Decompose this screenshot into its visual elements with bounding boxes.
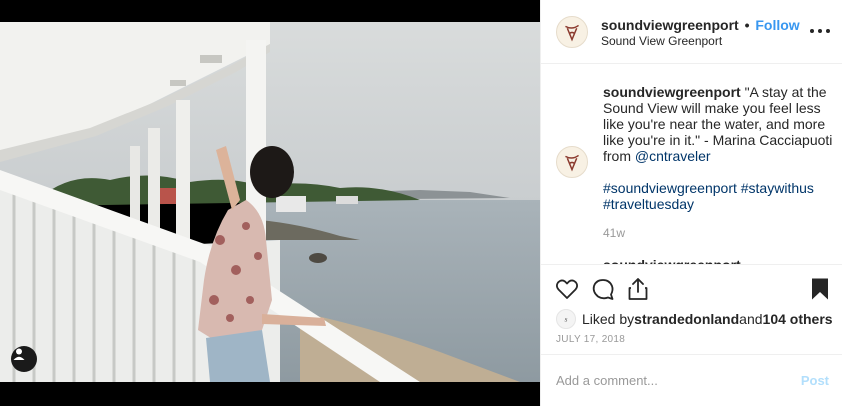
- comments-section: soundviewgreenport "A stay at the Sound …: [541, 65, 842, 264]
- more-horizontal-icon: [818, 29, 822, 33]
- more-options-button[interactable]: [810, 23, 830, 39]
- separator-dot: •: [744, 17, 750, 33]
- post-comment-button[interactable]: Post: [801, 373, 829, 388]
- like-button[interactable]: [554, 276, 580, 302]
- add-comment-bar: Post: [541, 354, 842, 406]
- svg-text:S: S: [565, 318, 568, 324]
- mention-link[interactable]: @cntraveler: [635, 148, 711, 164]
- photo-scene: [0, 0, 540, 406]
- post-header: soundviewgreenport • Follow Sound View G…: [541, 0, 842, 64]
- more-horizontal-icon: [826, 29, 830, 33]
- speech-bubble-icon: [592, 279, 614, 300]
- likes-summary: S Liked by strandedonland and 104 others: [556, 309, 833, 329]
- next-comment-username[interactable]: soundviewgreenport: [603, 257, 741, 264]
- share-button[interactable]: [625, 276, 651, 302]
- more-horizontal-icon: [810, 29, 814, 33]
- liker-username[interactable]: strandedonland: [634, 311, 739, 327]
- comment-button[interactable]: [590, 276, 616, 302]
- brand-logo-icon: [565, 154, 579, 172]
- header-username[interactable]: soundviewgreenport: [601, 17, 739, 33]
- caption: soundviewgreenport "A stay at the Sound …: [603, 84, 835, 212]
- action-bar: S Liked by strandedonland and 104 others…: [541, 264, 842, 354]
- caption-avatar[interactable]: [556, 146, 588, 178]
- location-link[interactable]: Sound View Greenport: [601, 34, 722, 48]
- liker-avatar[interactable]: S: [556, 309, 576, 329]
- likes-prefix: Liked by: [582, 311, 635, 327]
- post-side-panel: soundviewgreenport • Follow Sound View G…: [540, 0, 842, 406]
- liker-logo-icon: S: [565, 318, 568, 324]
- share-upload-icon: [628, 278, 648, 300]
- brand-logo-icon: [565, 24, 579, 42]
- profile-avatar[interactable]: [556, 16, 588, 48]
- follow-button[interactable]: Follow: [755, 17, 799, 33]
- caption-age: 41w: [603, 226, 626, 240]
- post-photo[interactable]: [0, 0, 540, 406]
- caption-username[interactable]: soundviewgreenport: [603, 84, 741, 100]
- likes-count-link[interactable]: 104 others: [763, 311, 833, 327]
- comment-input[interactable]: [556, 369, 776, 391]
- post-date[interactable]: JULY 17, 2018: [556, 334, 625, 345]
- header-username-line: soundviewgreenport • Follow: [601, 17, 800, 33]
- bookmark-filled-icon: [812, 278, 828, 300]
- likes-middle: and: [739, 311, 763, 327]
- user-tag-button[interactable]: [11, 346, 37, 372]
- save-button[interactable]: [807, 276, 833, 302]
- user-tag-icon: [13, 348, 25, 360]
- heart-outline-icon: [555, 279, 579, 299]
- hashtags[interactable]: #soundviewgreenport #staywithus #travelt…: [603, 180, 835, 212]
